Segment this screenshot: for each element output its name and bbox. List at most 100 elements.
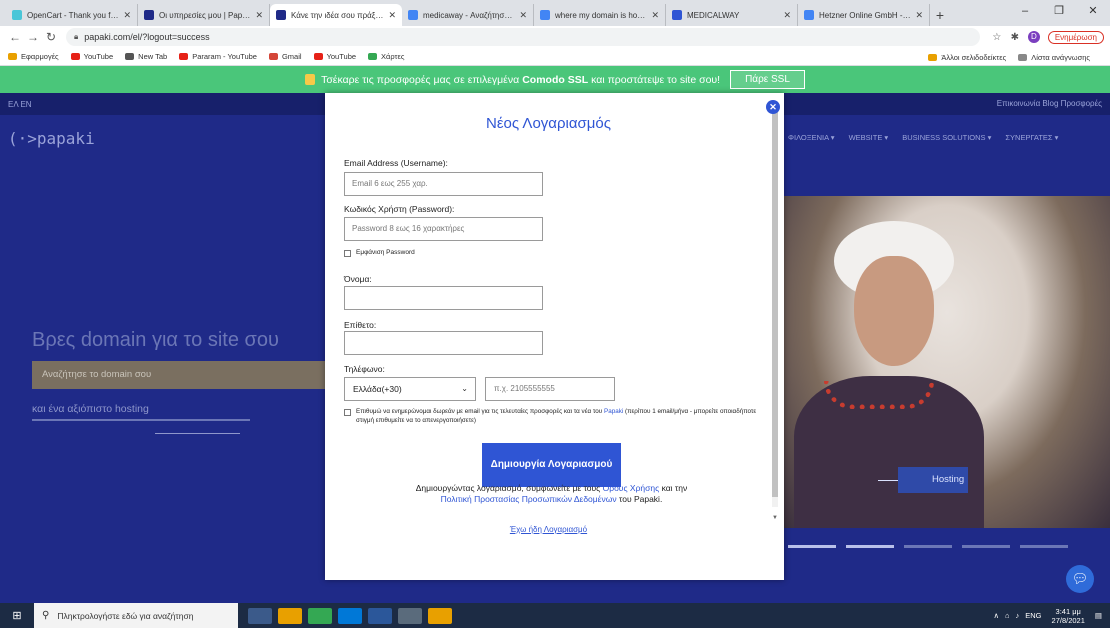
terms-link[interactable]: Όρους Χρήσης (603, 483, 660, 493)
ssl-promo-banner: Τσέκαρε τις προσφορές μας σε επιλεγμένα … (0, 66, 1110, 93)
windows-taskbar: ⊞ ⚲ Πληκτρολογήστε εδώ για αναζήτηση ∧ ⌂… (0, 603, 1110, 628)
browser-tab[interactable]: Οι υπηρεσίες μου | Papaki Control✕ (138, 4, 270, 26)
top-links[interactable]: Επικοινωνία Blog Προσφορές (997, 93, 1102, 115)
taskbar-app-icon[interactable] (428, 607, 452, 624)
bookmark-item[interactable]: Pararam - YouTube (179, 52, 257, 61)
newsletter-checkbox[interactable] (344, 409, 351, 416)
carousel-dots[interactable] (788, 545, 1078, 548)
tab-close-icon[interactable]: ✕ (388, 10, 396, 21)
close-window-icon[interactable]: ✕ (1076, 0, 1110, 22)
chevron-down-icon: ⌄ (461, 384, 468, 393)
main-nav-item[interactable]: ΦΙΛΟΞΕΝΙΑ ▾ (788, 133, 835, 142)
password-field[interactable]: Password 8 εως 16 χαρακτήρες (344, 217, 543, 241)
maximize-icon[interactable]: ❐ (1042, 0, 1076, 22)
show-password-checkbox[interactable] (344, 250, 351, 257)
tab-favicon-icon (12, 10, 22, 20)
taskbar-apps (248, 607, 458, 624)
new-tab-icon[interactable]: + (930, 4, 950, 26)
have-account-link[interactable]: Έχω ήδη Λογαριασμό (325, 525, 772, 534)
country-code-select[interactable]: Ελλάδα(+30) ⌄ (344, 377, 476, 401)
hosting-tagline: και ένα αξιόπιστο hosting (32, 403, 250, 421)
promo-text-after: και προστάτεψε το site σου! (591, 73, 721, 86)
email-field[interactable]: Email 6 εως 255 χαρ. (344, 172, 543, 196)
browser-tab[interactable]: Κάνε την ιδέα σου πράξη με ένα ✕ (270, 4, 402, 26)
bookmark-item[interactable]: YouTube (313, 52, 356, 61)
first-name-field[interactable] (344, 286, 543, 310)
tab-close-icon[interactable]: ✕ (519, 10, 527, 21)
bookmark-item[interactable]: YouTube (70, 52, 113, 61)
tab-close-icon[interactable]: ✕ (123, 10, 131, 21)
taskbar-app-icon[interactable] (278, 607, 302, 624)
browser-tab[interactable]: OpenCart - Thank you for down ✕ (6, 4, 138, 26)
bookmark-icon (125, 53, 135, 60)
back-icon[interactable]: ← (6, 30, 24, 44)
main-nav-item[interactable]: ΣΥΝΕΡΓΑΤΕΣ ▾ (1005, 133, 1058, 142)
volume-icon[interactable]: ♪ (1016, 611, 1020, 620)
notifications-icon[interactable]: ▤ (1095, 611, 1102, 620)
tab-title: MEDICALWAY (687, 10, 740, 20)
papaki-link[interactable]: Papaki (604, 408, 623, 415)
tray-chevron-icon[interactable]: ∧ (993, 611, 999, 620)
other-bookmarks[interactable]: Άλλοι σελιδοδείκτες (928, 53, 1006, 62)
taskbar-app-icon[interactable] (308, 607, 332, 624)
bookmark-item[interactable]: Χάρτες (368, 52, 404, 61)
tab-favicon-icon (408, 10, 418, 20)
taskbar-app-icon[interactable] (398, 607, 422, 624)
main-nav-item[interactable]: BUSINESS SOLUTIONS ▾ (902, 133, 991, 142)
extensions-icon[interactable]: ✱ (1006, 32, 1024, 43)
phone-label: Τηλέφωνο: (344, 364, 385, 374)
url-field[interactable]: 🔒︎ papaki.com/el/?logout=success (66, 28, 980, 46)
browser-tab[interactable]: MEDICALWAY ✕ (666, 4, 798, 26)
browser-tab[interactable]: where my domain is hosted - A ✕ (534, 4, 666, 26)
windows-start-icon[interactable]: ⊞ (0, 609, 34, 622)
privacy-link[interactable]: Πολιτική Προστασίας Προσωπικών Δεδομένων (441, 494, 617, 504)
bookmark-item[interactable]: Gmail (268, 52, 302, 61)
last-name-field[interactable] (344, 331, 543, 355)
update-button[interactable]: Ενημέρωση (1047, 30, 1104, 44)
language-switch[interactable]: ΕΛ EN (8, 100, 32, 109)
profile-avatar[interactable]: D (1027, 31, 1040, 43)
get-ssl-button[interactable]: Πάρε SSL (730, 70, 805, 89)
main-nav-item[interactable]: WEBSITE ▾ (849, 133, 889, 142)
country-code-value: Ελλάδα(+30) (353, 384, 402, 394)
input-language[interactable]: ENG (1025, 611, 1041, 620)
taskbar-search[interactable]: ⚲ Πληκτρολογήστε εδώ για αναζήτηση (34, 603, 238, 628)
domain-search-input[interactable]: Αναζήτησε το domain σου (32, 361, 332, 389)
tab-favicon-icon (144, 10, 154, 20)
browser-tab[interactable]: Hetzner Online GmbH - Αναζήτη ✕ (798, 4, 930, 26)
taskbar-app-icon[interactable] (338, 607, 362, 624)
hosting-button[interactable]: Hosting (898, 467, 968, 493)
reading-list[interactable]: Λίστα ανάγνωσης (1018, 53, 1090, 62)
close-icon[interactable]: ✕ (766, 100, 780, 114)
tab-close-icon[interactable]: ✕ (255, 10, 263, 21)
bookmark-item[interactable]: Εφαρμογές (8, 52, 59, 61)
tab-favicon-icon (804, 10, 814, 20)
star-icon[interactable]: ☆ (988, 32, 1006, 43)
promo-bold: Comodo SSL (522, 73, 589, 86)
taskbar-app-icon[interactable] (248, 607, 272, 624)
bookmarks-bar: Εφαρμογές YouTube New Tab Pararam - YouTube… (0, 48, 1110, 66)
address-bar: ← → ↻ 🔒︎ papaki.com/el/?logout=success ☆… (0, 26, 1110, 48)
tab-close-icon[interactable]: ✕ (783, 10, 791, 21)
chat-icon[interactable]: 💬︎ (1066, 565, 1094, 593)
clock[interactable]: 3:41 μμ 27/8/2021 (1052, 607, 1085, 625)
network-icon[interactable]: ⌂ (1005, 611, 1010, 620)
tab-close-icon[interactable]: ✕ (651, 10, 659, 21)
bookmark-icon (268, 53, 278, 60)
scroll-down-icon[interactable]: ▼ (772, 515, 778, 521)
reload-icon[interactable]: ↻ (42, 30, 60, 44)
minimize-icon[interactable]: – (1008, 0, 1042, 22)
tab-favicon-icon (540, 10, 550, 20)
modal-scrollbar[interactable]: ▼ (772, 107, 778, 521)
browser-tab[interactable]: medicaway - Αναζήτηση Google ✕ (402, 4, 534, 26)
phone-field[interactable]: π.χ. 2105555555 (485, 377, 615, 401)
padlock-icon (305, 74, 316, 85)
create-account-button[interactable]: Δημιουργία Λογαριασμού (482, 443, 621, 487)
taskbar-app-icon[interactable] (368, 607, 392, 624)
papaki-logo[interactable]: (·>papaki (8, 129, 95, 148)
tab-title: medicaway - Αναζήτηση Google (423, 10, 515, 20)
bookmark-item[interactable]: New Tab (125, 52, 167, 61)
forward-icon[interactable]: → (24, 30, 42, 44)
tab-close-icon[interactable]: ✕ (915, 10, 923, 21)
window-controls: – ❐ ✕ (1008, 0, 1110, 22)
